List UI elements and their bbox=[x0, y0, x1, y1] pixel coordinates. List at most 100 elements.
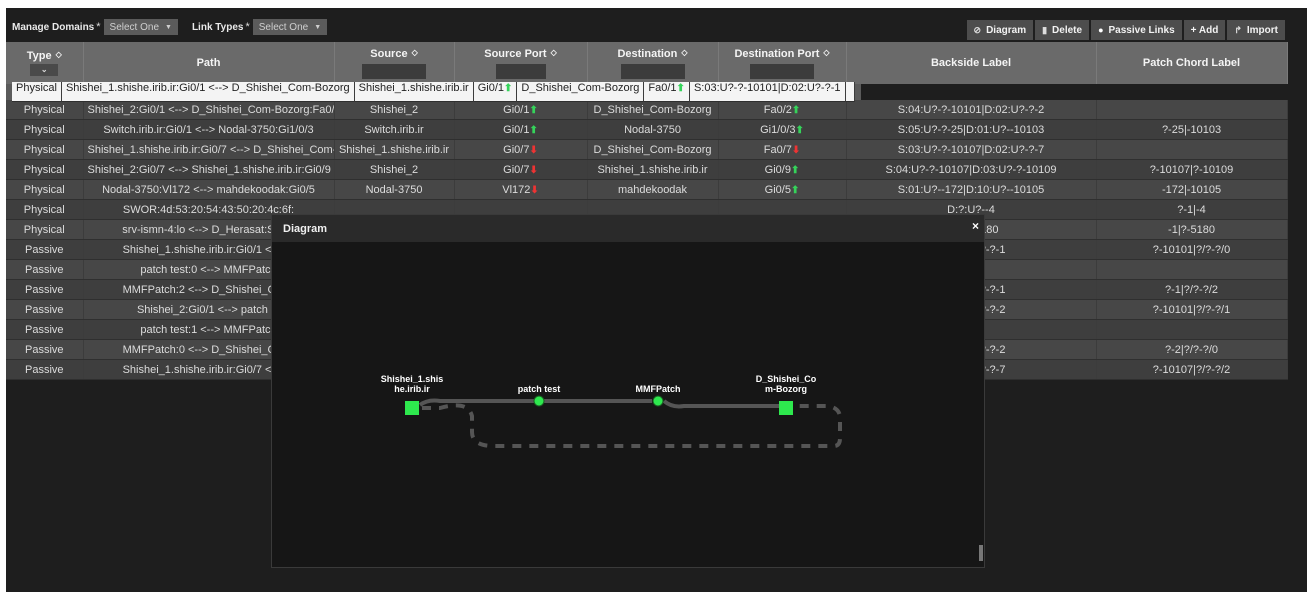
diagram-node-label: patch test bbox=[518, 384, 561, 394]
cell-text: S:01:U?--172|D:10:U?--10105 bbox=[897, 183, 1045, 196]
table-cell-path: Nodal-3750:Vl172 <--> mahdekoodak:Gi0/5 bbox=[83, 179, 335, 200]
table-cell-dest: Shishei_1.shishe.irib.ir bbox=[587, 159, 719, 180]
cell-text: S:04:U?-?-10107|D:03:U?-?-10109 bbox=[885, 163, 1057, 176]
type-filter-select[interactable]: ⌄ bbox=[30, 64, 59, 76]
add-button[interactable]: + Add bbox=[1183, 20, 1226, 40]
cell-text: ?-10101|?/?-?/1 bbox=[1152, 303, 1231, 316]
delete-button[interactable]: ▮ Delete bbox=[1035, 20, 1090, 40]
table-row[interactable]: Physical Switch.irib.ir:Gi0/1 <--> Nodal-… bbox=[6, 119, 1288, 140]
link-types-select[interactable]: Select One ▼ bbox=[252, 19, 328, 35]
topology-diagram: Shishei_1.shishe.irib.ir patch test MMFPat… bbox=[381, 374, 842, 448]
status-up-icon: ⬆ bbox=[791, 104, 801, 116]
table-cell-dport: Fa0/2⬆ bbox=[718, 100, 847, 120]
add-button-label: + Add bbox=[1190, 24, 1219, 36]
table-row[interactable]: Physical Nodal-3750:Vl172 <--> mahdekooda… bbox=[6, 179, 1288, 200]
status-up-icon: ⬆ bbox=[790, 184, 800, 196]
table-cell-backside: S:01:U?--172|D:10:U?--10105 bbox=[846, 179, 1097, 200]
cell-text: Switch.irib.ir bbox=[364, 123, 424, 136]
table-row[interactable]: Physical Shishei_1.shishe.irib.ir:Gi0/7 <… bbox=[6, 139, 1288, 160]
manage-domains-select[interactable]: Select One ▼ bbox=[103, 19, 178, 35]
table-row[interactable]: Physical Shishei_2:Gi0/1 <--> D_Shishei_C… bbox=[6, 100, 1288, 120]
column-header-source[interactable]: Source ◇ bbox=[334, 42, 455, 84]
table-cell-source: Nodal-3750 bbox=[334, 179, 455, 200]
cell-text: Nodal-3750:Vl172 <--> mahdekoodak:Gi0/5 bbox=[102, 183, 315, 196]
sort-icon[interactable]: ◇ bbox=[551, 48, 557, 57]
column-header-type[interactable]: Type ◇ ⌄ bbox=[6, 42, 84, 84]
column-header-label: Destination Port bbox=[734, 47, 820, 60]
device-icon bbox=[405, 401, 419, 415]
cell-text: -1|?-5180 bbox=[1168, 223, 1215, 236]
table-row[interactable]: Physical Shishei_2:Gi0/7 <--> Shishei_1.s… bbox=[6, 159, 1288, 180]
source-filter-input[interactable] bbox=[362, 63, 426, 79]
cell-text: Physical bbox=[23, 103, 65, 116]
import-button[interactable]: ↱ Import bbox=[1227, 20, 1285, 40]
diagram-link bbox=[662, 399, 782, 409]
destination-port-filter-input[interactable] bbox=[750, 63, 814, 79]
cell-text: Fa0/7 bbox=[763, 143, 792, 156]
column-header-patch-chord-label[interactable]: Patch Chord Label bbox=[1096, 42, 1288, 84]
column-header-destination[interactable]: Destination ◇ bbox=[587, 42, 719, 84]
table-cell-patch: -1|?-5180 bbox=[1096, 219, 1288, 240]
patch-icon bbox=[652, 395, 664, 407]
table-cell-backside: S:04:U?-?-10101|D:02:U?-?-2 bbox=[846, 100, 1097, 120]
cell-text: Physical bbox=[23, 143, 65, 156]
table-cell-patch: ?-1|?/?-?/2 bbox=[1096, 279, 1288, 300]
diagram-node-dshishei[interactable]: D_Shishei_Com-Bozorg bbox=[756, 374, 817, 415]
cell-text: S:03:U?-?-10101|D:02:U?-?-1 bbox=[693, 82, 841, 94]
destination-filter-input[interactable] bbox=[620, 63, 685, 79]
cell-text: Physical bbox=[23, 203, 65, 216]
source-port-filter-input[interactable] bbox=[495, 63, 546, 79]
table-cell-dport: Gi0/5⬆ bbox=[718, 179, 847, 200]
scrollbar[interactable] bbox=[979, 545, 983, 561]
cell-text: Nodal-3750 bbox=[365, 183, 423, 196]
diagram-node-label: D_Shishei_Co bbox=[756, 374, 817, 384]
manage-domains-label: Manage Domains bbox=[12, 21, 95, 33]
table-cell-type: Physical bbox=[6, 159, 84, 180]
cell-text: Passive bbox=[24, 343, 64, 356]
passive-links-button[interactable]: ● Passive Links bbox=[1091, 20, 1182, 40]
column-header-destination-port[interactable]: Destination Port ◇ bbox=[718, 42, 847, 84]
table-cell-type: Passive bbox=[6, 359, 84, 380]
cell-text: Gi0/7 bbox=[503, 163, 530, 176]
table-cell-source: Shishei_2 bbox=[334, 100, 455, 120]
cell-text: Physical bbox=[23, 223, 65, 236]
table-cell-patch: ?-1|-4 bbox=[1096, 199, 1288, 220]
column-header-label: Destination bbox=[617, 47, 678, 60]
table-row[interactable]: Physical Shishei_1.shishe.irib.ir:Gi0/1 <… bbox=[6, 82, 861, 102]
table-cell-path: Shishei_1.shishe.irib.ir:Gi0/7 <--> D_Sh… bbox=[83, 139, 335, 160]
device-icon bbox=[779, 401, 793, 415]
close-icon[interactable]: × bbox=[972, 219, 979, 233]
table-cell-patch: ?-10107|?-10109 bbox=[1096, 159, 1288, 180]
toolbar: Manage Domains * Select One ▼ Link Types… bbox=[6, 8, 1293, 42]
link-types-select-value: Select One bbox=[258, 21, 309, 33]
table-cell-path: Shishei_2:Gi0/7 <--> Shishei_1.shishe.ir… bbox=[83, 159, 335, 180]
column-header-path[interactable]: Path bbox=[83, 42, 335, 84]
table-cell-patch: -172|-10105 bbox=[1096, 179, 1288, 200]
cell-text: Nodal-3750 bbox=[624, 123, 681, 136]
cell-text: Gi0/1 bbox=[503, 103, 530, 116]
sort-icon[interactable]: ◇ bbox=[412, 48, 418, 57]
cell-text: Shishei_1.shishe.irib.ir:Gi0/7 <--> p bbox=[122, 363, 295, 376]
status-down-icon: ⬇ bbox=[530, 184, 539, 196]
diagram-node-shishei1[interactable]: Shishei_1.shishe.irib.ir bbox=[381, 374, 444, 415]
cell-text: Shishei_2 bbox=[369, 103, 419, 116]
column-header-source-port[interactable]: Source Port ◇ bbox=[454, 42, 588, 84]
manage-domains-select-value: Select One bbox=[109, 21, 160, 33]
chevron-down-icon: ▼ bbox=[314, 23, 322, 31]
column-header-backside-label[interactable]: Backside Label bbox=[846, 42, 1097, 84]
sort-icon[interactable]: ◇ bbox=[56, 50, 62, 59]
sort-icon[interactable]: ◇ bbox=[823, 48, 829, 57]
diagram-node-label: Shishei_1.shis bbox=[381, 374, 444, 384]
table-cell-sport: Vl172⬇ bbox=[454, 179, 588, 200]
cell-text: MMFPatch:0 <--> D_Shishei_Com- bbox=[122, 343, 295, 356]
cell-text: Gi0/9 bbox=[764, 163, 791, 176]
cell-text: Passive bbox=[24, 283, 64, 296]
sort-icon[interactable]: ◇ bbox=[681, 48, 687, 57]
table-cell-sport: Gi0/7⬇ bbox=[454, 159, 588, 180]
link-icon: ⊘ bbox=[973, 24, 982, 35]
cell-text: -172|-10105 bbox=[1161, 183, 1222, 196]
table-cell-dport: Fa0/1⬆ bbox=[644, 82, 690, 102]
status-up-icon: ⬆ bbox=[795, 124, 804, 136]
column-header-label: Type bbox=[26, 50, 52, 62]
diagram-button[interactable]: ⊘ Diagram bbox=[966, 20, 1034, 40]
